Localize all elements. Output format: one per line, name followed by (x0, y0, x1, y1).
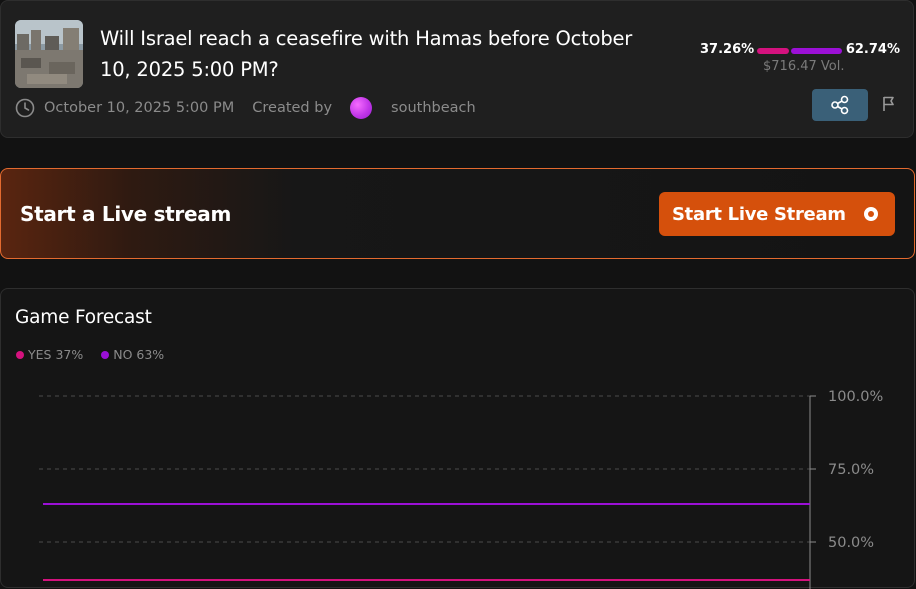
legend-item-no: NO 63% (101, 347, 164, 362)
legend-dot-yes (16, 350, 24, 359)
market-end-date: October 10, 2025 5:00 PM (44, 100, 235, 116)
created-by-label: Created by (252, 100, 333, 116)
market-card: Will Israel reach a ceasefire with Hamas… (0, 0, 914, 138)
forecast-chart: 100.0% 75.0% 50.0% (39, 389, 883, 589)
creator-name[interactable]: southbeach (391, 100, 476, 116)
flag-icon[interactable] (881, 95, 897, 113)
market-volume: $716.47 Vol. (763, 59, 845, 74)
yes-bar (757, 48, 789, 54)
market-thumbnail[interactable] (15, 20, 83, 88)
chart-legend: YES 37% NO 63% (16, 347, 182, 362)
no-bar (791, 48, 842, 54)
start-live-stream-label: Start Live Stream (672, 203, 846, 225)
legend-item-yes: YES 37% (16, 347, 83, 362)
market-title[interactable]: Will Israel reach a ceasefire with Hamas… (100, 23, 660, 85)
creator-avatar[interactable] (350, 97, 373, 119)
y-tick-label: 100.0% (828, 389, 883, 405)
live-stream-heading: Start a Live stream (20, 202, 231, 226)
market-thumbnail-image (15, 20, 83, 88)
forecast-title: Game Forecast (15, 307, 152, 328)
legend-label-no: NO 63% (113, 347, 165, 362)
clock-icon (15, 98, 35, 118)
market-meta: October 10, 2025 5:00 PM Created by sout… (15, 97, 476, 119)
yes-percentage: 37.26% (700, 42, 755, 57)
y-tick-label: 75.0% (828, 462, 874, 478)
start-live-stream-button[interactable]: Start Live Stream (659, 192, 895, 236)
game-forecast-card: Game Forecast YES 37% NO 63% 100.0% 75.0%… (0, 288, 915, 589)
live-stream-card: Start a Live stream Start Live Stream (0, 168, 915, 259)
share-button[interactable] (812, 89, 868, 121)
no-percentage: 62.74% (845, 42, 900, 57)
share-icon (831, 95, 849, 115)
odds-bar: 37.26% 62.74% (700, 41, 900, 61)
y-tick-label: 50.0% (828, 535, 874, 551)
legend-dot-no (101, 350, 110, 359)
legend-label-yes: YES 37% (28, 347, 84, 362)
record-icon (864, 207, 878, 221)
